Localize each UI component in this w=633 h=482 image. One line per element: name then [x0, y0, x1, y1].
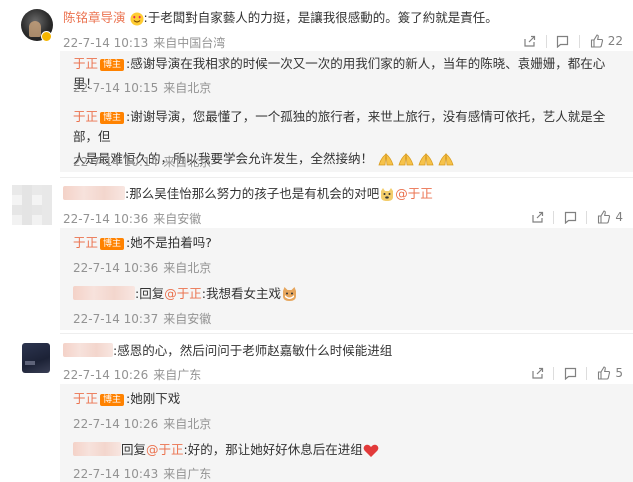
cat-emoji-icon — [281, 286, 298, 302]
mention-link[interactable]: @于正 — [164, 286, 202, 301]
reply-meta: 22-7-14 10:36 来自北京 — [73, 259, 211, 276]
comment-location: 来自安徽 — [153, 212, 202, 226]
comment-meta: 22-7-14 10:36 来自安徽 — [63, 210, 201, 227]
like-count: 4 — [615, 210, 623, 224]
doge-emoji-icon — [379, 187, 395, 202]
avatar[interactable] — [22, 343, 50, 373]
reply-location: 来自北京 — [163, 417, 212, 431]
reply-text: :她不是拍着吗? — [126, 235, 212, 250]
comment-3: :感恩的心，然后问问于老师赵嘉敏什么时候能进组 — [63, 341, 603, 361]
comment-author[interactable]: 陈铭章导演 — [63, 10, 126, 25]
reply-time: 22-7-14 10:15 — [73, 81, 159, 95]
comment-icon[interactable] — [554, 211, 586, 224]
reply-meta: 22-7-14 10:37 来自安徽 — [73, 310, 211, 327]
comment-time: 22-7-14 10:13 — [63, 36, 149, 50]
blogger-badge: 博主 — [100, 112, 125, 124]
comment-text: :于老闆對自家藝人的力挺，是讓我很感動的。簽了約就是責任。 — [143, 10, 498, 25]
comment-text: :那么吴佳怡那么努力的孩子也是有机会的对吧 — [125, 186, 380, 201]
heart-emoji-icon — [363, 444, 379, 458]
comment-icon[interactable] — [554, 367, 586, 380]
verified-badge-icon — [41, 31, 52, 42]
comment-actions: 5 — [521, 366, 623, 380]
reply-location: 来自北京 — [163, 155, 212, 169]
comment-text: :感恩的心，然后问问于老师赵嘉敏什么时候能进组 — [113, 343, 393, 358]
comment-author-hidden[interactable] — [63, 186, 125, 200]
comment-1: 陈铭章导演 :于老闆對自家藝人的力挺，是讓我很感動的。簽了約就是責任。 — [63, 8, 603, 28]
comment-time: 22-7-14 10:26 — [63, 368, 149, 382]
reply-author[interactable]: 于正 — [73, 109, 98, 124]
comment-location: 来自广东 — [153, 368, 202, 382]
like-button[interactable]: 4 — [587, 210, 623, 224]
avatar[interactable] — [12, 185, 52, 225]
comment-meta: 22-7-14 10:26 来自广东 — [63, 366, 201, 383]
reply-meta: 22-7-14 10:26 来自北京 — [73, 415, 211, 432]
reply-prefix: 回复 — [121, 442, 147, 457]
share-icon[interactable] — [521, 211, 553, 224]
thumbs-up-icon — [598, 366, 611, 380]
reply: 于正 博主:她不是拍着吗? — [73, 233, 613, 253]
heart-eyes-emoji-icon — [130, 12, 144, 26]
like-count: 5 — [615, 366, 623, 380]
reply-time: 22-7-14 10:26 — [73, 417, 159, 431]
reply-author-hidden[interactable] — [73, 286, 135, 300]
reply-location: 来自北京 — [163, 81, 212, 95]
comment-time: 22-7-14 10:36 — [63, 212, 149, 226]
share-icon[interactable] — [514, 35, 546, 48]
reply-author[interactable]: 于正 — [73, 56, 98, 71]
reply-meta: 22-7-14 10:14 来自北京 — [73, 153, 211, 170]
reply-location: 来自北京 — [163, 261, 212, 275]
reply-location: 来自安徽 — [163, 312, 212, 326]
reply-text: :她刚下戏 — [126, 391, 181, 406]
comment-actions: 4 — [521, 210, 623, 224]
blogger-badge: 博主 — [100, 394, 125, 406]
reply: 于正 博主:她刚下戏 — [73, 389, 613, 409]
comment-actions: 22 — [514, 34, 623, 48]
like-button[interactable]: 5 — [587, 366, 623, 380]
reply-time: 22-7-14 10:37 — [73, 312, 159, 326]
comment-author-hidden[interactable] — [63, 343, 113, 357]
thumbs-up-icon — [590, 34, 603, 48]
blogger-badge: 博主 — [100, 59, 125, 71]
reply-location: 来自广东 — [163, 467, 212, 481]
pray-emoji-icons — [377, 152, 455, 166]
share-icon[interactable] — [521, 367, 553, 380]
reply-author[interactable]: 于正 — [73, 235, 98, 250]
divider — [60, 177, 633, 178]
reply-author[interactable]: 于正 — [73, 391, 98, 406]
divider — [60, 333, 633, 334]
reply-time: 22-7-14 10:36 — [73, 261, 159, 275]
mention-link[interactable]: @于正 — [146, 442, 184, 457]
reply-text: :谢谢导演，您最懂了，一个孤独的旅行者，来世上旅行，没有感情可依托，艺人就是全部… — [73, 109, 606, 144]
reply: :回复@于正:我想看女主戏 — [73, 284, 613, 304]
comment-icon[interactable] — [547, 35, 579, 48]
thumbs-up-icon — [598, 210, 611, 224]
reply-meta: 22-7-14 10:43 来自广东 — [73, 465, 211, 482]
like-count: 22 — [607, 34, 623, 48]
reply-time: 22-7-14 10:14 — [73, 155, 159, 169]
mention-link[interactable]: @于正 — [395, 186, 433, 201]
reply: 回复@于正:好的，那让她好好休息后在进组 — [73, 440, 613, 460]
like-button[interactable]: 22 — [580, 34, 623, 48]
comment-location: 来自中国台湾 — [153, 36, 226, 50]
reply-text: :我想看女主戏 — [201, 286, 281, 301]
reply-meta: 22-7-14 10:15 来自北京 — [73, 79, 211, 96]
blogger-badge: 博主 — [100, 238, 125, 250]
comment-2: :那么吴佳怡那么努力的孩子也是有机会的对吧 @于正 — [63, 184, 603, 204]
reply-text: :好的，那让她好好休息后在进组 — [183, 442, 363, 457]
reply-time: 22-7-14 10:43 — [73, 467, 159, 481]
reply-prefix: :回复 — [135, 286, 165, 301]
reply-author-hidden[interactable] — [73, 442, 121, 456]
comment-meta: 22-7-14 10:13 来自中国台湾 — [63, 34, 225, 51]
